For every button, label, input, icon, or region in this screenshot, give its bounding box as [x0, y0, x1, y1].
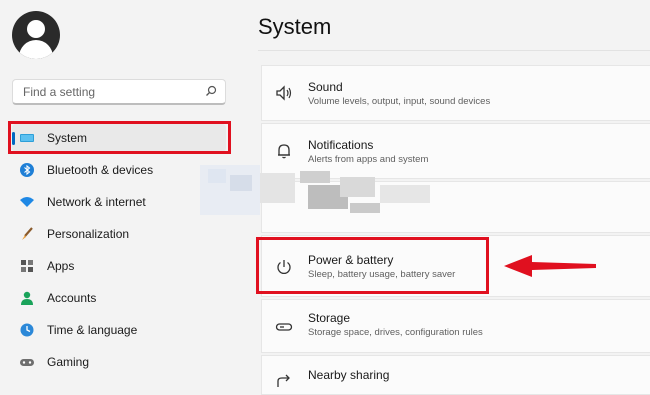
clock-globe-icon	[20, 323, 34, 337]
setting-sound[interactable]: Sound Volume levels, output, input, soun…	[261, 65, 650, 121]
bluetooth-icon	[20, 163, 34, 177]
sidebar-item-gaming[interactable]: Gaming	[12, 348, 226, 376]
setting-subtitle: Storage space, drives, configuration rul…	[308, 327, 483, 338]
search-box[interactable]	[12, 79, 226, 105]
highlight-box-power-battery	[256, 237, 489, 294]
sidebar-item-personalization[interactable]: Personalization	[12, 220, 226, 248]
title-divider	[258, 50, 650, 51]
brush-icon	[22, 227, 33, 240]
sidebar-item-label: Network & internet	[47, 195, 146, 209]
sidebar-item-bluetooth[interactable]: Bluetooth & devices	[12, 156, 226, 184]
wifi-icon	[20, 197, 34, 207]
share-icon	[277, 374, 290, 387]
setting-title: Sound	[308, 80, 343, 94]
sidebar-item-label: Time & language	[47, 323, 138, 337]
sidebar-item-label: Gaming	[47, 355, 90, 369]
page-title: System	[258, 14, 332, 39]
storage-icon	[275, 323, 293, 331]
sidebar-item-label: Personalization	[47, 227, 130, 241]
setting-title: Notifications	[308, 138, 374, 152]
user-avatar[interactable]	[12, 11, 60, 59]
avatar-body-shape	[19, 40, 53, 59]
search-icon[interactable]	[205, 85, 217, 97]
gamepad-icon	[20, 359, 34, 366]
sidebar-item-accounts[interactable]: Accounts	[12, 284, 226, 312]
sidebar-item-apps[interactable]: Apps	[12, 252, 226, 280]
apps-icon	[21, 260, 33, 272]
sidebar-item-network[interactable]: Network & internet	[12, 188, 226, 216]
setting-subtitle: Volume levels, output, input, sound devi…	[308, 96, 491, 107]
setting-nearby-sharing[interactable]: Nearby sharing	[261, 355, 650, 395]
search-input[interactable]	[21, 80, 205, 104]
sidebar-item-label: Accounts	[47, 291, 97, 305]
setting-title: Nearby sharing	[308, 368, 390, 382]
setting-title: Storage	[308, 311, 351, 325]
highlight-box-system	[8, 121, 231, 154]
sidebar-item-label: Apps	[47, 259, 75, 273]
sidebar-item-label: Bluetooth & devices	[47, 163, 154, 177]
setting-storage[interactable]: Storage Storage space, drives, configura…	[261, 299, 650, 353]
avatar-head-shape	[27, 20, 45, 38]
person-icon	[21, 291, 33, 305]
obscured-blur-region	[200, 165, 430, 215]
red-arrow-icon	[504, 255, 596, 277]
sidebar-item-time-language[interactable]: Time & language	[12, 316, 226, 344]
speaker-icon	[276, 85, 292, 101]
